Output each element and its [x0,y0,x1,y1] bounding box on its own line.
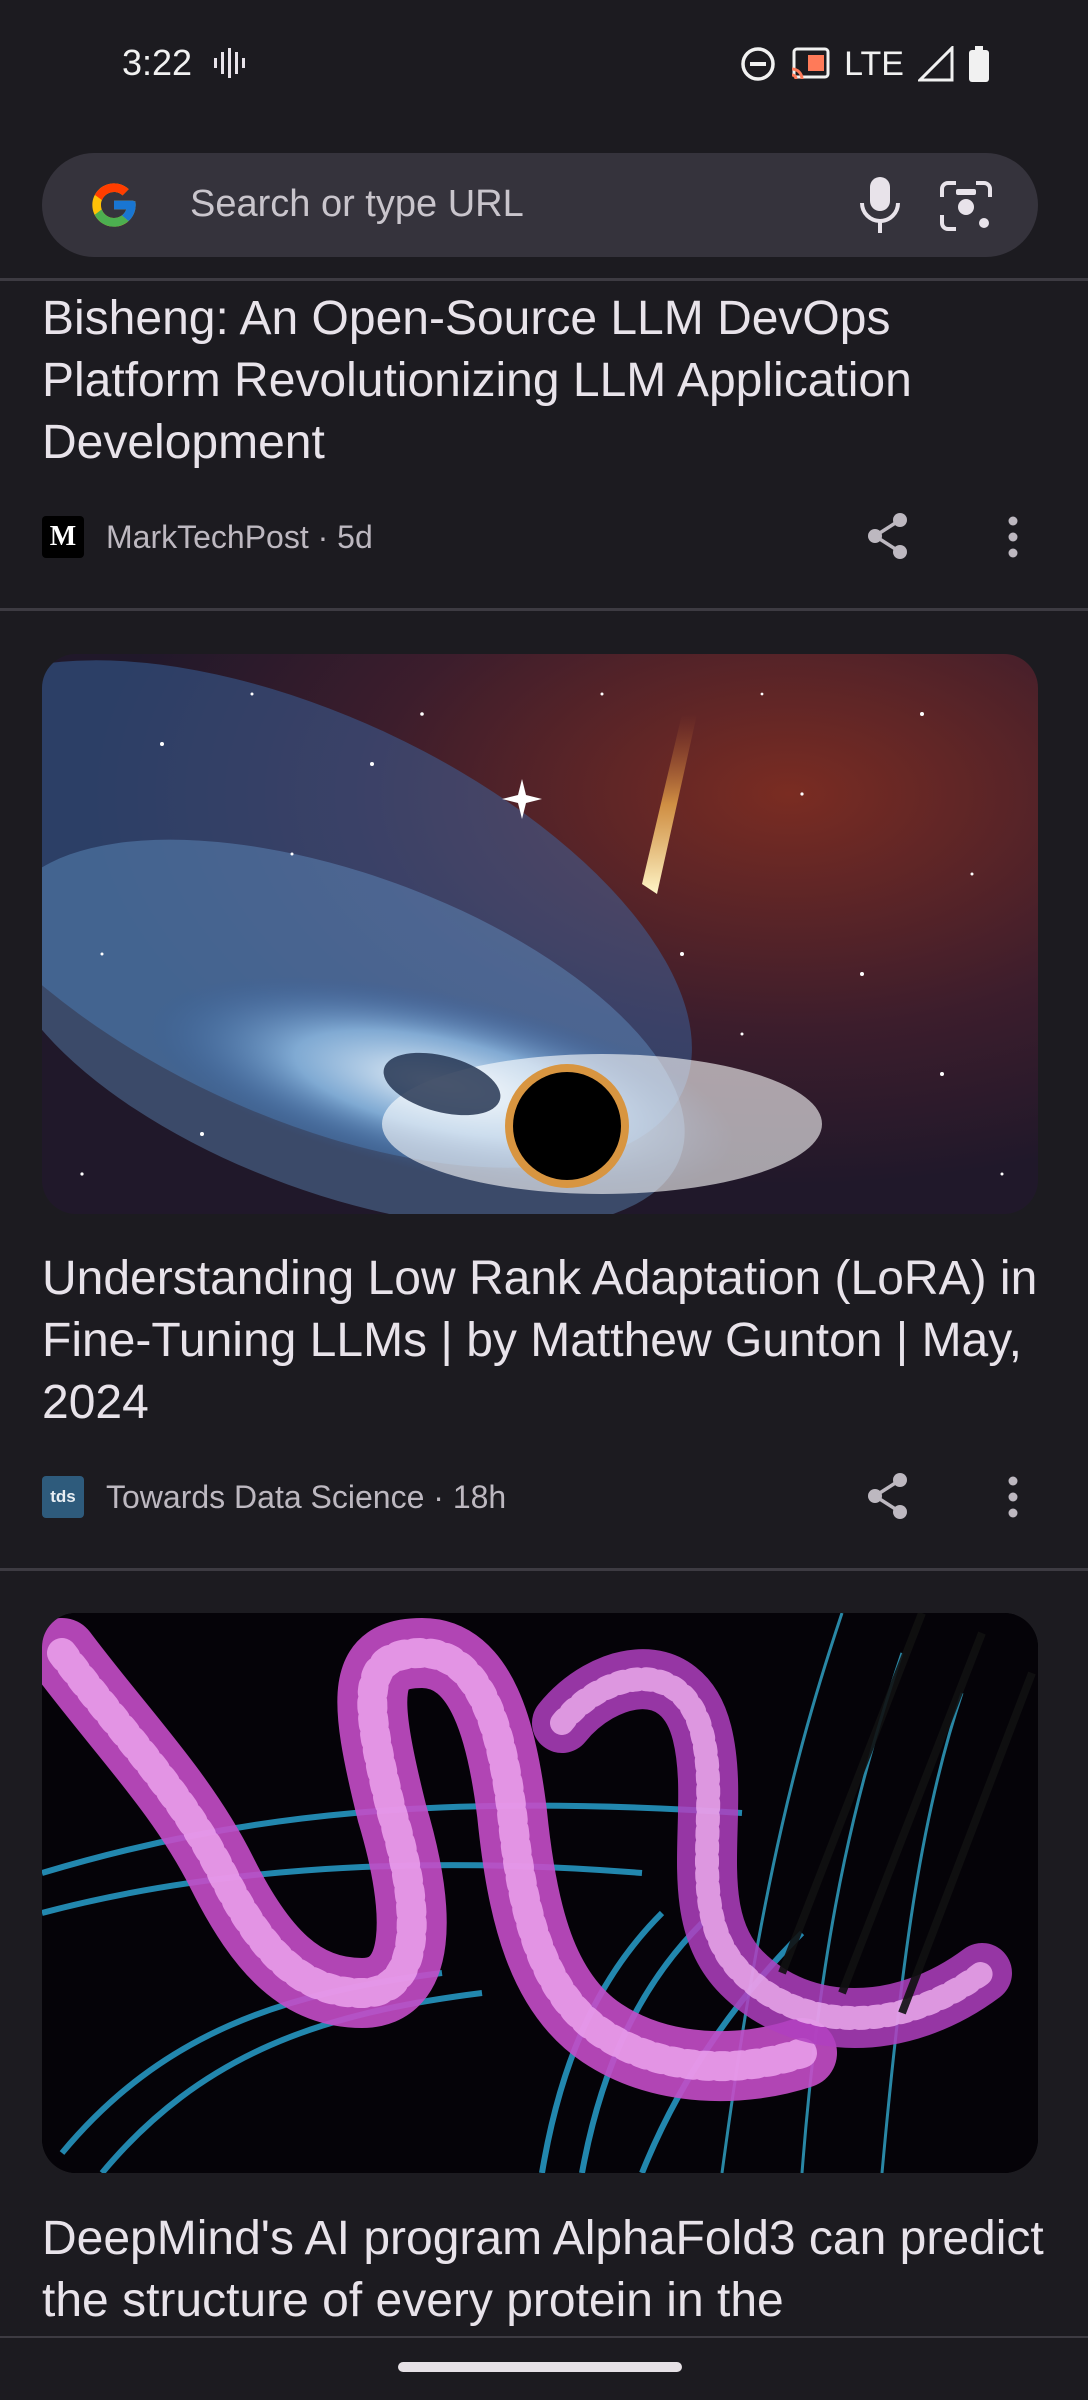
article-title[interactable]: Understanding Low Rank Adaptation (LoRA)… [42,1248,1052,1434]
divider [0,608,1088,611]
article-source: MarkTechPost · 5d [106,518,373,555]
network-type: LTE [844,44,904,83]
divider [0,278,1088,281]
black-hole-galaxy-image[interactable] [42,654,1038,1214]
protein-structure-image[interactable] [42,1613,1038,2173]
google-logo [92,183,136,227]
article-meta: tds Towards Data Science · 18h [42,1475,506,1519]
divider [0,1568,1088,1571]
status-bar: 3:22 LTE [0,0,1088,135]
search-input[interactable]: Search or type URL [190,183,524,226]
source-logo: M [42,516,84,558]
battery-icon [969,46,989,82]
more-options-icon[interactable] [1007,1475,1019,1519]
article-title[interactable]: Bisheng: An Open-Source LLM DevOps Platf… [42,288,1052,474]
more-options-icon[interactable] [1007,515,1019,559]
status-icons: LTE [740,44,990,84]
article-title[interactable]: DeepMind's AI program AlphaFold3 can pre… [42,2208,1052,2332]
status-time: 3:22 [122,42,193,83]
search-bar[interactable]: Search or type URL [42,153,1038,257]
cast-icon [791,47,830,80]
share-icon[interactable] [866,1472,910,1520]
source-logo: tds [42,1476,84,1518]
dnd-icon [741,47,775,81]
chrome-new-tab-page: 3:22 LTE Search or type URL Bisheng: An … [0,0,1088,2400]
mic-icon[interactable] [856,175,904,235]
gesture-nav-handle[interactable] [398,2362,682,2372]
signal-icon [918,46,954,82]
article-meta: M MarkTechPost · 5d [42,515,373,559]
share-icon[interactable] [866,512,910,560]
lens-icon[interactable] [938,179,994,233]
article-source: Towards Data Science · 18h [106,1478,507,1515]
vibrate-icon [214,48,245,78]
